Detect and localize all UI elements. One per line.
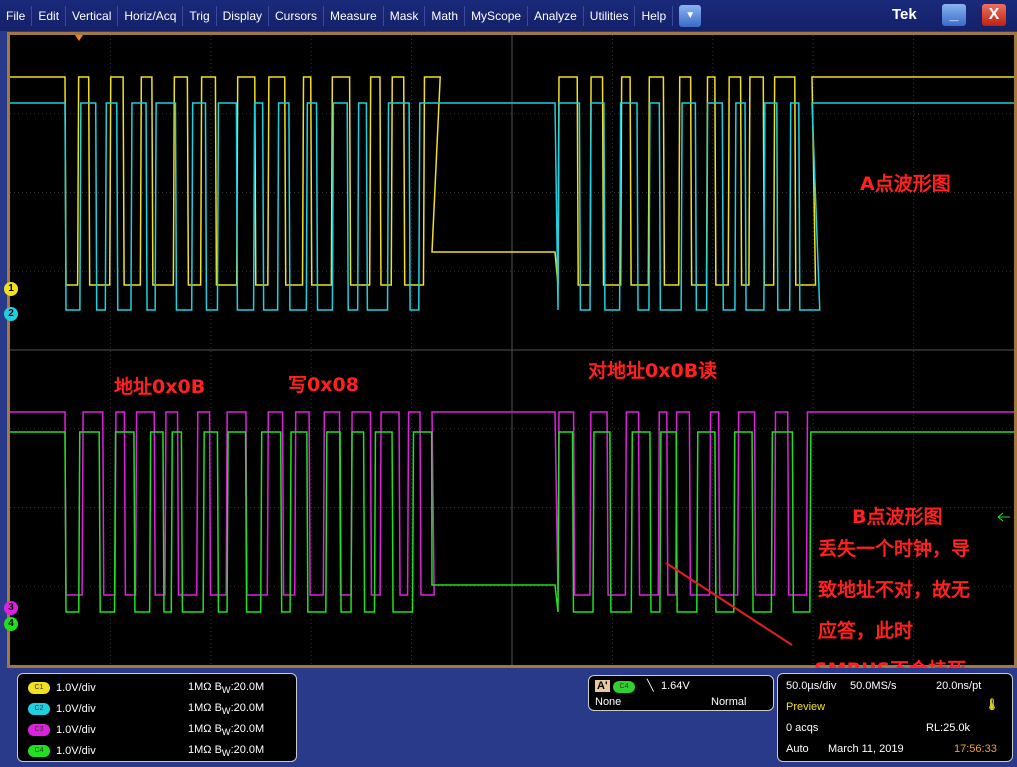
menu-mask[interactable]: Mask <box>384 5 426 26</box>
channel-badge: C2 <box>28 703 50 715</box>
channel-scale: 1.0V/div <box>56 745 96 757</box>
annotation-explain-3: 应答，此时 <box>818 620 914 642</box>
menu-file[interactable]: File <box>0 5 33 26</box>
c3-marker[interactable]: 3 <box>4 601 18 615</box>
trigger-source: C4 <box>613 681 635 693</box>
channel-row-2[interactable]: C2 1.0V/div 1MΩ BW:20.0M <box>28 701 288 717</box>
channel-impedance: 1MΩ BW:20.0M <box>188 701 265 717</box>
menu-myscope[interactable]: MyScope <box>465 5 529 26</box>
channel-badge: C1 <box>28 682 50 694</box>
menu-trig[interactable]: Trig <box>183 5 217 26</box>
annotation-b-waveform: B点波形图 <box>852 506 943 528</box>
channel-scale: 1.0V/div <box>56 724 96 736</box>
menu-help[interactable]: Help <box>635 5 674 26</box>
channel-row-1[interactable]: C1 1.0V/div 1MΩ BW:20.0M <box>28 680 288 696</box>
trigger-panel[interactable]: A' C4 ╲ 1.64V None Normal <box>588 675 774 711</box>
date: March 11, 2019 <box>828 743 904 755</box>
channel-row-3[interactable]: C3 1.0V/div 1MΩ BW:20.0M <box>28 722 288 738</box>
channel-scale: 1.0V/div <box>56 703 96 715</box>
waveform-plot <box>10 35 1014 665</box>
falling-edge-icon: ╲ <box>647 680 654 692</box>
c2-marker[interactable]: 2 <box>4 307 18 321</box>
trigger-position-marker <box>75 35 83 41</box>
channel-row-4[interactable]: C4 1.0V/div 1MΩ BW:20.0M <box>28 743 288 759</box>
channel-impedance: 1MΩ BW:20.0M <box>188 680 265 696</box>
menu-display[interactable]: Display <box>217 5 269 26</box>
menu-cursors[interactable]: Cursors <box>269 5 325 26</box>
menu-analyze[interactable]: Analyze <box>528 5 584 26</box>
channel-settings-panel[interactable]: C1 1.0V/div 1MΩ BW:20.0M C2 1.0V/div 1MΩ BW:2… <box>17 673 297 762</box>
menu-measure[interactable]: Measure <box>324 5 384 26</box>
menu-bar: File Edit Vertical Horiz/Acq Trig Display Curs… <box>0 0 1017 31</box>
annotation-write: 写0x08 <box>288 374 359 396</box>
acq-count: 0 acqs <box>786 722 819 734</box>
trigger-coupling: None <box>595 696 622 708</box>
annotation-address: 地址0x0B <box>114 376 206 398</box>
channel-impedance: 1MΩ BW:20.0M <box>188 722 265 738</box>
time: 17:56:33 <box>954 743 997 755</box>
thermometer-icon: 🌡 <box>985 699 999 711</box>
trigger-auto-mode: Auto <box>786 743 809 755</box>
annotation-read: 对地址0x0B读 <box>588 360 718 382</box>
menu-dropdown-button[interactable]: ▼ <box>679 4 702 27</box>
trigger-mode: Normal <box>711 696 747 708</box>
annotation-explain-1: 丢失一个时钟，导 <box>818 538 971 560</box>
trigger-level-marker <box>997 512 1010 522</box>
annotation-arrow <box>665 562 793 646</box>
channel-scale: 1.0V/div <box>56 682 96 694</box>
acquisition-panel[interactable]: 50.0µs/div 50.0MS/s 20.0ns/pt Preview 🌡 … <box>777 673 1013 762</box>
channel-impedance: 1MΩ BW:20.0M <box>188 743 265 759</box>
c1-marker[interactable]: 1 <box>4 282 18 296</box>
timebase: 50.0µs/div <box>786 680 837 692</box>
menu-vertical[interactable]: Vertical <box>66 5 119 26</box>
minimize-button[interactable]: _ <box>942 4 966 26</box>
trigger-label: A' <box>595 680 610 692</box>
close-button[interactable]: X <box>982 4 1006 26</box>
record-length: RL:25.0k <box>926 722 971 734</box>
menu-edit[interactable]: Edit <box>32 5 67 26</box>
trigger-level: 1.64V <box>661 680 690 692</box>
channel-badge: C3 <box>28 724 50 736</box>
menu-math[interactable]: Math <box>425 5 466 26</box>
acq-state: Preview <box>786 701 826 713</box>
c4-marker[interactable]: 4 <box>4 617 18 631</box>
annotation-explain-2: 致地址不对，故无 <box>818 579 971 601</box>
annotation-a-waveform: A点波形图 <box>860 173 951 195</box>
status-area: C1 1.0V/div 1MΩ BW:20.0M C2 1.0V/div 1MΩ BW:2… <box>0 668 1017 767</box>
tek-logo: Tek <box>892 6 917 23</box>
waveform-display[interactable]: A点波形图 地址0x0B 写0x08 对地址0x0B读 B点波形图 丢失一个时钟… <box>4 32 1017 681</box>
menu-horizacq[interactable]: Horiz/Acq <box>118 5 184 26</box>
channel-badge: C4 <box>28 745 50 757</box>
resolution: 20.0ns/pt <box>936 680 982 692</box>
menu-utilities[interactable]: Utilities <box>584 5 636 26</box>
sample-rate: 50.0MS/s <box>850 680 897 692</box>
